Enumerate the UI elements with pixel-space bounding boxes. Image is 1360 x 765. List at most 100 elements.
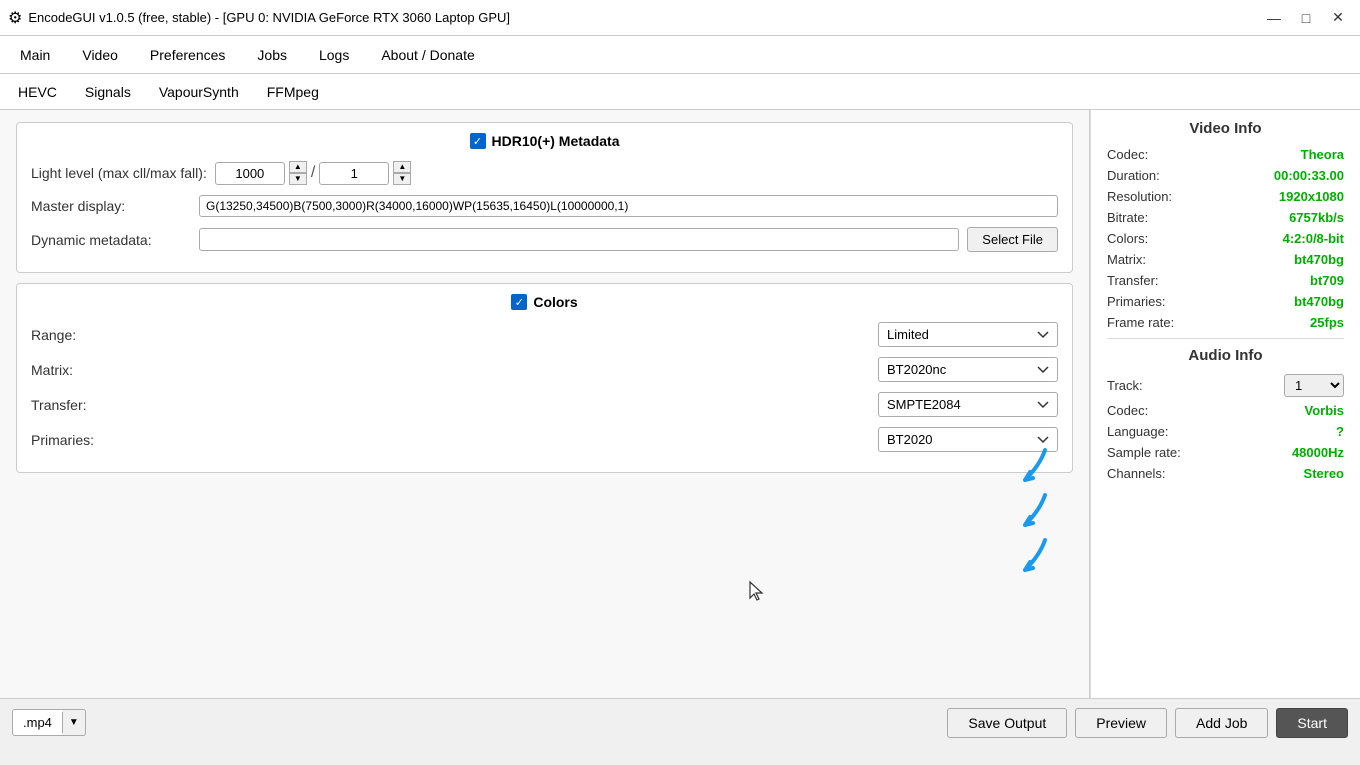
maximize-button[interactable]: □ [1292,6,1320,30]
menu-preferences[interactable]: Preferences [134,41,241,69]
audio-info-header: Audio Info [1107,347,1344,364]
start-button[interactable]: Start [1276,708,1348,738]
video-matrix-label: Matrix: [1107,252,1146,267]
matrix-row: Matrix: BT2020nc BT709 BT601 [31,357,1058,382]
matrix-select[interactable]: BT2020nc BT709 BT601 [878,357,1058,382]
video-framerate-label: Frame rate: [1107,315,1174,330]
hdr-checkbox[interactable]: ✓ [470,133,486,149]
video-duration-value: 00:00:33.00 [1274,168,1344,183]
audio-channels-label: Channels: [1107,466,1166,481]
dynamic-metadata-row: Dynamic metadata: Select File [31,227,1058,252]
add-job-button[interactable]: Add Job [1175,708,1268,738]
video-primaries-row: Primaries: bt470bg [1107,294,1344,309]
master-display-row: Master display: [31,195,1058,217]
tab-hevc[interactable]: HEVC [4,79,71,105]
menu-logs[interactable]: Logs [303,41,365,69]
audio-channels-value: Stereo [1304,466,1344,481]
audio-samplerate-value: 48000Hz [1292,445,1344,460]
transfer-label: Transfer: [31,397,131,413]
info-divider [1107,338,1344,339]
video-transfer-label: Transfer: [1107,273,1159,288]
video-resolution-value: 1920x1080 [1279,189,1344,204]
spinner-up-2[interactable]: ▲ [393,161,411,173]
spinner-buttons-1: ▲ ▼ [289,161,307,185]
colors-checkbox[interactable]: ✓ [511,294,527,310]
format-value: .mp4 [13,710,62,735]
video-colors-value: 4:2:0/8-bit [1283,231,1344,246]
audio-codec-value: Vorbis [1305,403,1345,418]
audio-track-label: Track: [1107,378,1143,393]
bottom-bar: .mp4 ▼ Save Output Preview Add Job Start [0,698,1360,746]
spinner-buttons-2: ▲ ▼ [393,161,411,185]
dynamic-metadata-input[interactable] [199,228,959,251]
video-codec-value: Theora [1301,147,1344,162]
video-transfer-value: bt709 [1310,273,1344,288]
video-framerate-value: 25fps [1310,315,1344,330]
save-output-button[interactable]: Save Output [947,708,1067,738]
title-bar: ⚙ EncodeGUI v1.0.5 (free, stable) - [GPU… [0,0,1360,36]
primaries-label: Primaries: [31,432,131,448]
left-panel: ✓ HDR10(+) Metadata Light level (max cll… [0,110,1090,717]
menu-video[interactable]: Video [66,41,134,69]
audio-track-select[interactable]: 1 [1284,374,1344,397]
master-display-label: Master display: [31,198,191,214]
spinner-down-2[interactable]: ▼ [393,173,411,185]
light-level-input2[interactable] [319,162,389,185]
audio-codec-label: Codec: [1107,403,1148,418]
spinner-down-1[interactable]: ▼ [289,173,307,185]
video-bitrate-value: 6757kb/s [1289,210,1344,225]
video-primaries-label: Primaries: [1107,294,1166,309]
audio-samplerate-label: Sample rate: [1107,445,1181,460]
menu-about-donate[interactable]: About / Donate [365,41,490,69]
video-codec-row: Codec: Theora [1107,147,1344,162]
master-display-input[interactable] [199,195,1058,217]
audio-channels-row: Channels: Stereo [1107,466,1344,481]
colors-title: Colors [533,294,577,310]
video-framerate-row: Frame rate: 25fps [1107,315,1344,330]
close-button[interactable]: ✕ [1324,6,1352,30]
video-matrix-value: bt470bg [1294,252,1344,267]
light-level-label: Light level (max cll/max fall): [31,165,207,181]
tab-vapoursynth[interactable]: VapourSynth [145,79,253,105]
tab-ffmpeg[interactable]: FFMpeg [253,79,333,105]
select-file-button[interactable]: Select File [967,227,1058,252]
video-duration-label: Duration: [1107,168,1160,183]
minimize-button[interactable]: — [1260,6,1288,30]
video-bitrate-row: Bitrate: 6757kb/s [1107,210,1344,225]
light-level-spinner-group: ▲ ▼ / ▲ ▼ [215,161,411,185]
video-colors-label: Colors: [1107,231,1148,246]
video-info-header: Video Info [1107,120,1344,137]
audio-codec-row: Codec: Vorbis [1107,403,1344,418]
primaries-select[interactable]: BT2020 BT709 BT601 [878,427,1058,452]
range-row: Range: Limited Full [31,322,1058,347]
app-icon: ⚙ [8,8,22,28]
audio-samplerate-row: Sample rate: 48000Hz [1107,445,1344,460]
hdr-title: HDR10(+) Metadata [492,133,620,149]
audio-language-value: ? [1336,424,1344,439]
video-primaries-value: bt470bg [1294,294,1344,309]
light-level-row: Light level (max cll/max fall): ▲ ▼ / ▲ … [31,161,1058,185]
video-transfer-row: Transfer: bt709 [1107,273,1344,288]
range-select[interactable]: Limited Full [878,322,1058,347]
menu-bar: Main Video Preferences Jobs Logs About /… [0,36,1360,74]
video-duration-row: Duration: 00:00:33.00 [1107,168,1344,183]
format-dropdown-arrow[interactable]: ▼ [62,712,85,733]
matrix-label: Matrix: [31,362,131,378]
menu-jobs[interactable]: Jobs [241,41,303,69]
range-label: Range: [31,327,131,343]
tab-signals[interactable]: Signals [71,79,145,105]
audio-language-row: Language: ? [1107,424,1344,439]
hdr-section: ✓ HDR10(+) Metadata Light level (max cll… [16,122,1073,273]
preview-button[interactable]: Preview [1075,708,1167,738]
right-panel: Video Info Codec: Theora Duration: 00:00… [1090,110,1360,717]
video-resolution-row: Resolution: 1920x1080 [1107,189,1344,204]
primaries-row: Primaries: BT2020 BT709 BT601 [31,427,1058,452]
dynamic-metadata-label: Dynamic metadata: [31,232,191,248]
audio-track-row: Track: 1 [1107,374,1344,397]
light-level-input1[interactable] [215,162,285,185]
transfer-select[interactable]: SMPTE2084 BT709 BT601 [878,392,1058,417]
video-bitrate-label: Bitrate: [1107,210,1148,225]
spinner-up-1[interactable]: ▲ [289,161,307,173]
video-colors-row: Colors: 4:2:0/8-bit [1107,231,1344,246]
menu-main[interactable]: Main [4,41,66,69]
